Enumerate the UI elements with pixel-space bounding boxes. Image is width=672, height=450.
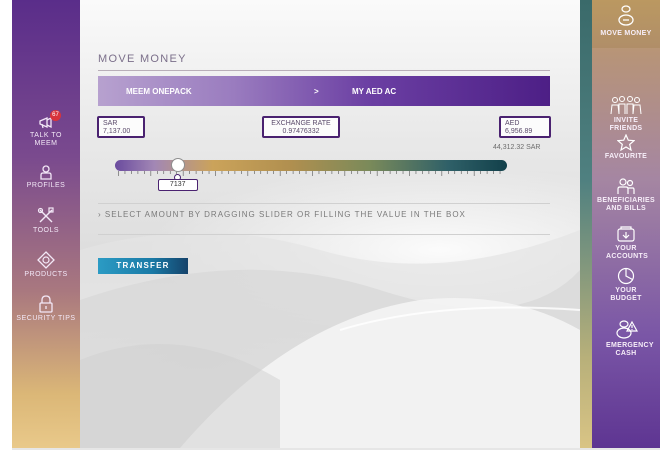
instruction-label: SELECT AMOUNT BY DRAGGING SLIDER OR FILL…: [104, 210, 466, 219]
source-currency: SAR: [103, 120, 118, 127]
page-title: MOVE MONEY: [98, 53, 187, 65]
target-amount: 6,956.89: [505, 128, 533, 135]
instruction-divider-top: [98, 203, 550, 204]
beneficiaries-icon: [617, 178, 635, 194]
nav-move-money[interactable]: MOVE MONEY: [592, 4, 660, 38]
notification-badge: 67: [50, 110, 61, 121]
nav-label: TOOLS: [32, 227, 60, 234]
emergency-cash-icon: [616, 320, 638, 339]
exchange-rate-value: 0.97476332: [282, 128, 320, 135]
nav-emergency-cash[interactable]: EMERGENCY CASH: [592, 318, 660, 357]
nav-security-tips[interactable]: SECURITY TIPS: [12, 295, 80, 323]
instruction-divider-bottom: [98, 234, 550, 235]
transfer-route-bar: MEEM ONEPACK > MY AED AC: [98, 76, 550, 106]
person-icon: [40, 165, 52, 180]
destination-account[interactable]: MY AED AC: [352, 87, 396, 96]
products-icon: [37, 251, 55, 269]
left-sidebar: 67 TALK TO MEEM PROFILES TOOLS PRODUCTS …: [12, 0, 80, 448]
nav-products[interactable]: PRODUCTS: [12, 251, 80, 279]
right-sidebar: MOVE MONEY INVITE FRIENDS FAVOURITE BENE…: [592, 0, 660, 448]
nav-label: PRODUCTS: [24, 271, 68, 278]
nav-label: YOUR ACCOUNTS: [606, 245, 649, 260]
nav-profiles[interactable]: PROFILES: [12, 164, 80, 190]
nav-label: SECURITY TIPS: [16, 315, 76, 322]
target-currency: AED: [505, 120, 520, 127]
nav-talk-to-meem[interactable]: 67 TALK TO MEEM: [12, 110, 80, 148]
tools-icon: [37, 207, 54, 223]
transfer-button[interactable]: TRANSFER: [98, 258, 188, 274]
nav-label: EMERGENCY CASH: [606, 342, 654, 357]
nav-label: INVITE FRIENDS: [609, 117, 643, 132]
chevron-right-icon: ›: [98, 210, 102, 219]
budget-pie-icon: [617, 267, 635, 285]
nav-beneficiaries-and-bills[interactable]: BENEFICIARIES AND BILLS: [592, 177, 660, 212]
instruction-text: › SELECT AMOUNT BY DRAGGING SLIDER OR FI…: [98, 210, 466, 219]
nav-tools[interactable]: TOOLS: [12, 207, 80, 235]
amount-slider-handle[interactable]: [170, 158, 185, 172]
lock-icon: [39, 295, 53, 313]
target-amount-box[interactable]: AED 6,956.89: [499, 116, 551, 138]
desert-background: [80, 230, 580, 448]
source-amount: 7,137.00: [103, 128, 131, 135]
nav-invite-friends[interactable]: INVITE FRIENDS: [592, 95, 660, 132]
nav-favourite[interactable]: FAVOURITE: [592, 134, 660, 161]
nav-label: BENEFICIARIES AND BILLS: [597, 197, 655, 212]
source-account[interactable]: MEEM ONEPACK: [126, 87, 192, 96]
move-money-panel: MOVE MONEY MEEM ONEPACK > MY AED AC SAR …: [80, 0, 580, 448]
nav-your-accounts[interactable]: YOUR ACCOUNTS: [592, 225, 660, 260]
nav-label: TALK TO MEEM: [30, 132, 62, 147]
nav-label: MOVE MONEY: [600, 30, 652, 37]
nav-your-budget[interactable]: YOUR BUDGET: [592, 267, 660, 302]
star-icon: [617, 134, 635, 151]
max-available-amount: 44,312.32 SAR: [493, 144, 541, 151]
app-window: 67 TALK TO MEEM PROFILES TOOLS PRODUCTS …: [0, 0, 672, 450]
invite-friends-icon: [610, 96, 642, 115]
nav-label: YOUR BUDGET: [610, 287, 642, 302]
exchange-rate-box: EXCHANGE RATE 0.97476332: [262, 116, 340, 138]
panel-divider: [580, 0, 592, 448]
slider-value-input[interactable]: 7137: [157, 179, 198, 191]
route-arrow: >: [314, 87, 319, 96]
nav-label: FAVOURITE: [604, 153, 648, 160]
nav-label: PROFILES: [26, 182, 66, 189]
source-amount-box[interactable]: SAR 7,137.00: [97, 116, 145, 138]
title-divider: [98, 70, 550, 71]
exchange-rate-label: EXCHANGE RATE: [271, 120, 331, 127]
move-money-icon: [618, 5, 634, 26]
accounts-icon: [617, 226, 635, 242]
